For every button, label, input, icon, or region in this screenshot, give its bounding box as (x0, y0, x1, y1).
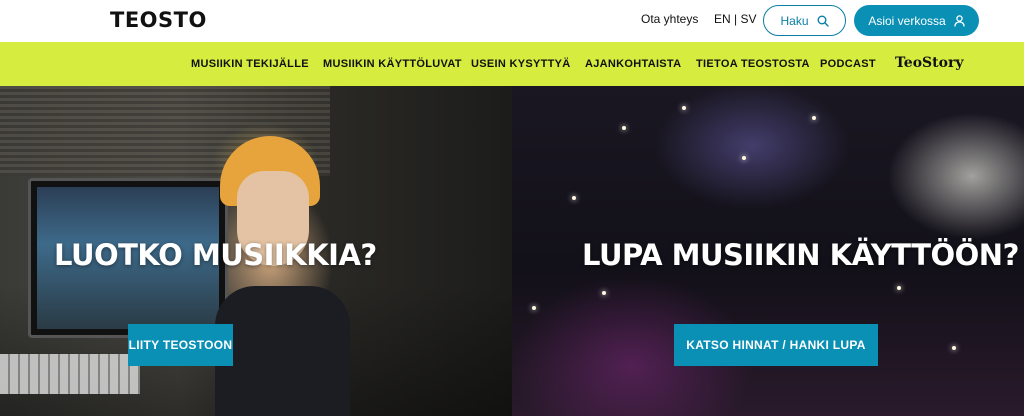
main-navigation: MUSIIKIN TEKIJÄLLE MUSIIKIN KÄYTTÖLUVAT … (0, 42, 1024, 86)
stage-light (622, 126, 626, 130)
phone-light (602, 291, 606, 295)
hero-right-title: LUPA MUSIIKIN KÄYTTÖÖN? (582, 238, 1019, 272)
nav-item-usein-kysyttya[interactable]: USEIN KYSYTTYÄ (471, 58, 571, 70)
lang-separator: | (734, 12, 738, 26)
lang-sv-link[interactable]: SV (740, 12, 756, 26)
nav-item-musiikin-kayttoluvat[interactable]: MUSIIKIN KÄYTTÖLUVAT (323, 58, 462, 70)
nav-item-musiikin-tekijalle[interactable]: MUSIIKIN TEKIJÄLLE (191, 58, 309, 70)
phone-light (952, 346, 956, 350)
stage-light (742, 156, 746, 160)
search-button[interactable]: Haku (763, 5, 846, 36)
nav-item-tietoa-teostosta[interactable]: TIETOA TEOSTOSTA (696, 58, 810, 70)
stage-light (572, 196, 576, 200)
teosto-logo[interactable]: TEOSTO (110, 8, 207, 32)
phone-light (532, 306, 536, 310)
search-button-label: Haku (780, 13, 809, 28)
prices-license-button[interactable]: KATSO HINNAT / HANKI LUPA (674, 324, 878, 366)
lang-en-link[interactable]: EN (714, 12, 731, 26)
hero-left-title: LUOTKO MUSIIKKIA? (54, 238, 377, 272)
search-icon (817, 15, 829, 27)
join-teosto-button[interactable]: LIITY TEOSTOON (128, 324, 233, 366)
user-icon (954, 14, 965, 27)
stage-light (812, 116, 816, 120)
contact-link[interactable]: Ota yhteys (641, 12, 698, 26)
nav-item-ajankohtaista[interactable]: AJANKOHTAISTA (585, 58, 681, 70)
login-button[interactable]: Asioi verkossa (854, 5, 979, 36)
stage-light (682, 106, 686, 110)
music-keyboard (0, 354, 140, 394)
top-header: TEOSTO Ota yhteys EN | SV Haku Asioi ver… (0, 0, 1024, 42)
phone-light (897, 286, 901, 290)
hero-section: LUOTKO MUSIIKKIA? LIITY TEOSTOON LUPA MU… (0, 86, 1024, 416)
nav-item-podcast[interactable]: PODCAST (820, 58, 876, 70)
nav-item-teostory[interactable]: TeoStory (895, 55, 963, 71)
login-button-label: Asioi verkossa (868, 13, 946, 28)
language-switcher: EN | SV (714, 12, 757, 26)
musician-figure (215, 136, 350, 416)
